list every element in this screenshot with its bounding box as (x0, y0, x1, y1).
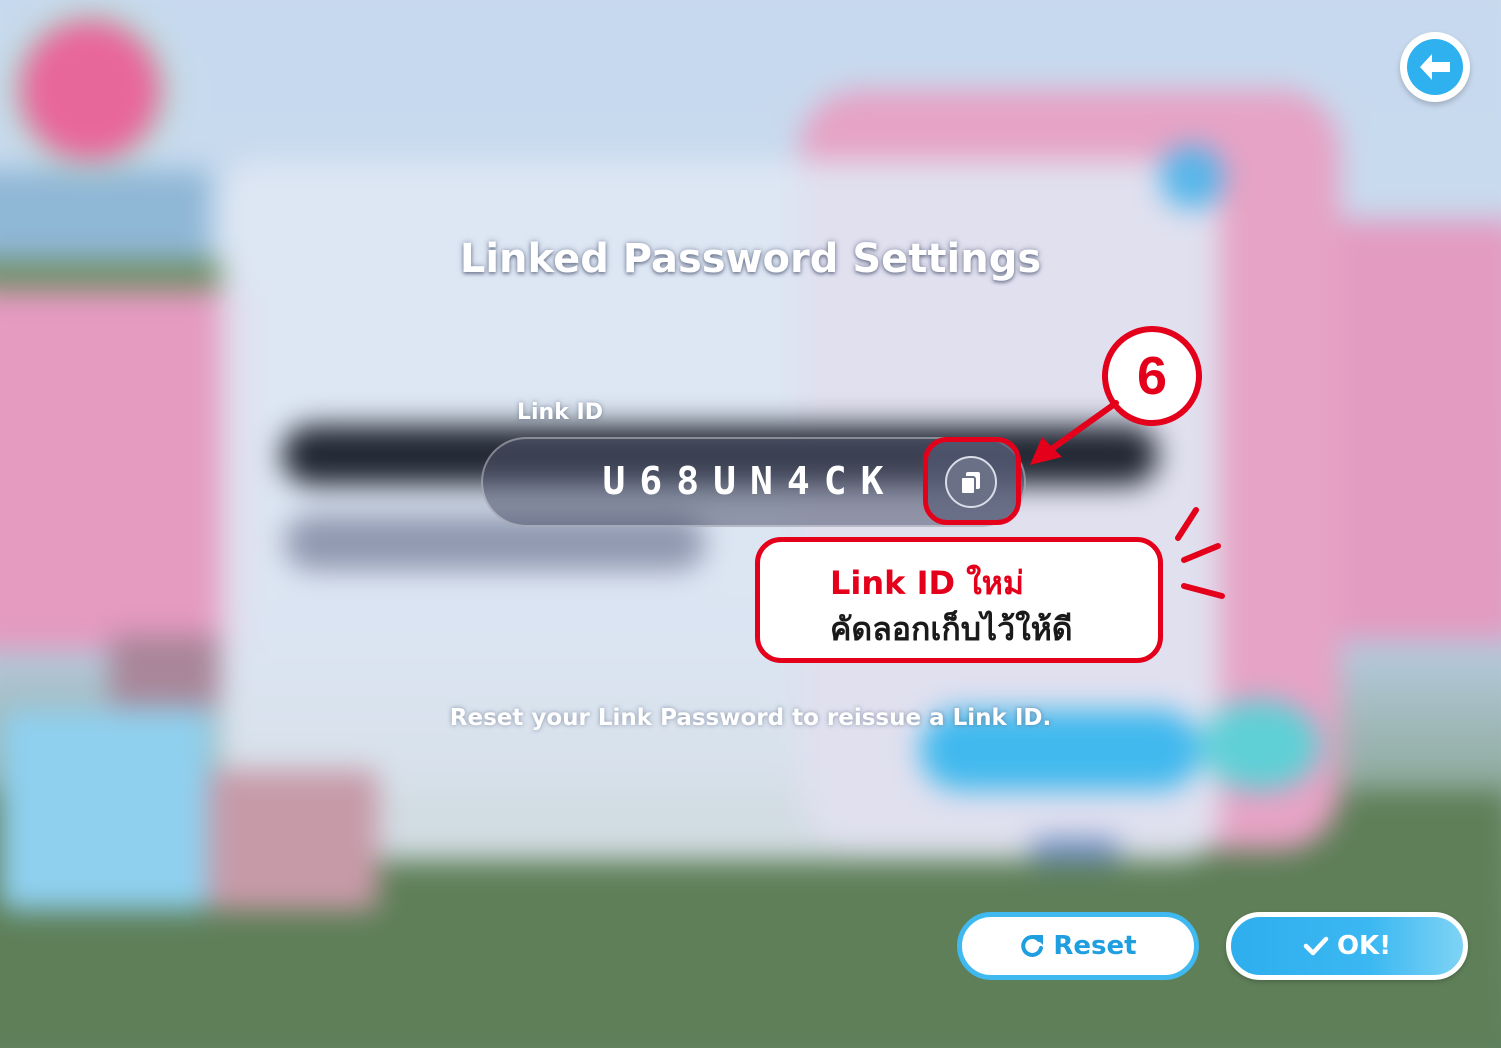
bg-level-badge (20, 20, 160, 160)
link-id-label: Link ID (517, 400, 603, 425)
link-id-value: U68UN4CK (602, 459, 898, 503)
reset-button-label: Reset (1053, 931, 1137, 961)
copy-icon (960, 472, 980, 495)
dialog-title: Linked Password Settings (459, 236, 1042, 282)
copy-button[interactable] (945, 456, 997, 508)
emphasis-lines (1175, 507, 1225, 599)
bg-thumbnail (208, 770, 378, 910)
bg-pink-wall-left (0, 290, 250, 650)
reset-hint-text: Reset your Link Password to reissue a Li… (449, 705, 1052, 731)
bg-thumbnail (110, 635, 220, 705)
reset-button[interactable]: Reset (957, 912, 1199, 980)
back-arrow-icon (1420, 54, 1450, 80)
ok-button[interactable]: OK! (1226, 912, 1468, 980)
annotation-arrow (1030, 400, 1119, 465)
callout-title: Link ID ใหม่ (830, 564, 1024, 602)
bg-dot (1160, 145, 1224, 209)
bg-page-dots (1030, 838, 1120, 862)
back-button[interactable] (1400, 32, 1470, 102)
ok-button-label: OK! (1336, 931, 1392, 961)
refresh-icon (1021, 934, 1044, 957)
checkmark-icon (1303, 936, 1329, 956)
bg-thumbnail (0, 710, 210, 910)
callout-text: คัดลอกเก็บไว้ให้ดี (830, 610, 1073, 648)
annotation-callout: Link ID ใหม่ คัดลอกเก็บไว้ให้ดี (755, 537, 1163, 663)
